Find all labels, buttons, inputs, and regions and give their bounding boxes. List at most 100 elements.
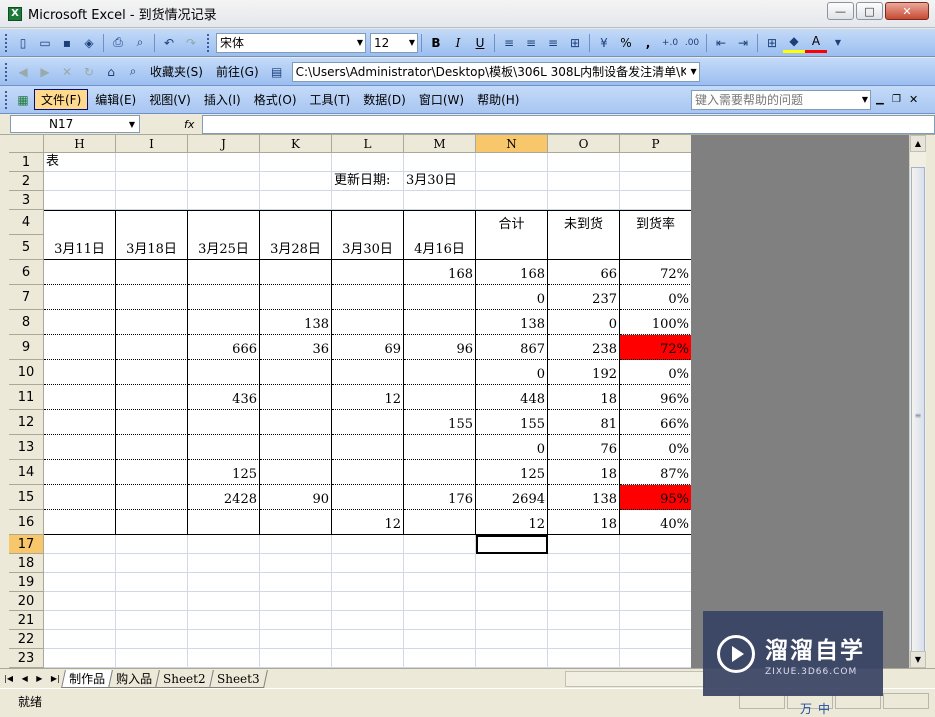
cell-M19[interactable] [404, 573, 476, 592]
cell-I15[interactable] [116, 485, 188, 510]
cell-J13[interactable] [188, 435, 260, 460]
cell-P14[interactable]: 87% [620, 460, 691, 485]
maximize-button[interactable]: □ [856, 2, 883, 20]
row-header-3[interactable]: 3 [9, 191, 44, 210]
cell-K14[interactable] [260, 460, 332, 485]
cell-M23[interactable] [404, 649, 476, 668]
cell-K9[interactable]: 36 [260, 335, 332, 360]
row-header-10[interactable]: 10 [9, 360, 44, 385]
help-search-input[interactable]: 键入需要帮助的问题 ▼ [691, 89, 871, 110]
cell-P2[interactable] [620, 172, 691, 191]
cell-L5[interactable]: 3月30日 [332, 235, 404, 260]
comma-button[interactable]: , [637, 33, 659, 53]
cell-K6[interactable] [260, 260, 332, 285]
cell-M13[interactable] [404, 435, 476, 460]
toolbar-grip[interactable] [5, 62, 9, 81]
cell-O9[interactable]: 238 [548, 335, 620, 360]
cell-M2[interactable]: 3月30日 [404, 172, 476, 191]
cell-O18[interactable] [548, 554, 620, 573]
sheet-tab-sheet3[interactable]: Sheet3 [208, 669, 268, 688]
cell-O13[interactable]: 76 [548, 435, 620, 460]
cell-I11[interactable] [116, 385, 188, 410]
merge-center-icon[interactable]: ⊞ [564, 33, 586, 53]
cell-L8[interactable] [332, 310, 404, 335]
font-size-combo[interactable]: 12 ▼ [370, 32, 418, 53]
scroll-down-arrow-icon[interactable]: ▼ [910, 651, 926, 668]
active-cell-N17[interactable] [476, 535, 548, 554]
permission-icon[interactable]: ◈ [78, 33, 100, 53]
cell-I6[interactable] [116, 260, 188, 285]
scroll-up-arrow-icon[interactable]: ▲ [910, 135, 926, 152]
cell-I2[interactable] [116, 172, 188, 191]
cell-L19[interactable] [332, 573, 404, 592]
cell-I9[interactable] [116, 335, 188, 360]
cell-M20[interactable] [404, 592, 476, 611]
row-header-13[interactable]: 13 [9, 435, 44, 460]
goto-menu[interactable]: 前往(G) [210, 62, 265, 81]
cell-J21[interactable] [188, 611, 260, 630]
print-icon[interactable]: ⎙ [107, 33, 129, 53]
row-header-19[interactable]: 19 [9, 573, 44, 592]
menu-file[interactable]: 文件(F) [34, 89, 89, 110]
cell-N12[interactable]: 155 [476, 410, 548, 435]
borders-icon[interactable]: ⊞ [761, 33, 783, 53]
cell-P10[interactable]: 0% [620, 360, 691, 385]
cell-J17[interactable] [188, 535, 260, 554]
cell-I7[interactable] [116, 285, 188, 310]
cell-J6[interactable] [188, 260, 260, 285]
cell-N16[interactable]: 12 [476, 510, 548, 535]
cell-M6[interactable]: 168 [404, 260, 476, 285]
cell-H6[interactable] [44, 260, 116, 285]
open-icon[interactable]: ▭ [34, 33, 56, 53]
cell-O10[interactable]: 192 [548, 360, 620, 385]
cell-L14[interactable] [332, 460, 404, 485]
cell-O20[interactable] [548, 592, 620, 611]
workbook-close-icon[interactable]: ✕ [909, 93, 918, 106]
font-color-icon[interactable]: A [805, 33, 827, 53]
next-sheet-icon[interactable]: ▶ [36, 674, 42, 683]
cell-H22[interactable] [44, 630, 116, 649]
cell-P3[interactable] [620, 191, 691, 210]
cell-M8[interactable] [404, 310, 476, 335]
menu-view[interactable]: 视图(V) [143, 90, 197, 109]
cell-I12[interactable] [116, 410, 188, 435]
cell-P9[interactable]: 72% [620, 335, 691, 360]
toolbar-grip[interactable] [5, 33, 9, 52]
cell-P6[interactable]: 72% [620, 260, 691, 285]
cell-P20[interactable] [620, 592, 691, 611]
save-icon[interactable]: ▪ [56, 33, 78, 53]
chevron-down-icon[interactable]: ▼ [357, 38, 363, 47]
cell-M11[interactable] [404, 385, 476, 410]
redo-icon[interactable]: ↷ [180, 33, 202, 53]
cell-L20[interactable] [332, 592, 404, 611]
decrease-indent-icon[interactable]: ⇤ [710, 33, 732, 53]
cell-M18[interactable] [404, 554, 476, 573]
cell-I8[interactable] [116, 310, 188, 335]
cell-K1[interactable] [260, 153, 332, 172]
cell-M9[interactable]: 96 [404, 335, 476, 360]
cell-L23[interactable] [332, 649, 404, 668]
cell-O11[interactable]: 18 [548, 385, 620, 410]
cell-O15[interactable]: 138 [548, 485, 620, 510]
cell-O3[interactable] [548, 191, 620, 210]
show-web-toolbar-icon[interactable]: ▤ [266, 62, 288, 82]
row-header-9[interactable]: 9 [9, 335, 44, 360]
cell-N1[interactable] [476, 153, 548, 172]
cell-K5[interactable]: 3月28日 [260, 235, 332, 260]
cell-P8[interactable]: 100% [620, 310, 691, 335]
cell-L10[interactable] [332, 360, 404, 385]
cell-P23[interactable] [620, 649, 691, 668]
cell-O4[interactable]: 未到货 [548, 210, 620, 235]
insert-function-icon[interactable]: fx [184, 118, 198, 131]
cell-K20[interactable] [260, 592, 332, 611]
toolbar-options-icon[interactable]: ▼ [827, 33, 849, 53]
undo-icon[interactable]: ↶ [158, 33, 180, 53]
vertical-scrollbar[interactable]: ▲ ≡ ▼ [909, 135, 926, 668]
cell-L22[interactable] [332, 630, 404, 649]
row-header-14[interactable]: 14 [9, 460, 44, 485]
cell-M10[interactable] [404, 360, 476, 385]
column-header-J[interactable]: J [188, 135, 260, 153]
cell-L9[interactable]: 69 [332, 335, 404, 360]
cell-J19[interactable] [188, 573, 260, 592]
cell-M7[interactable] [404, 285, 476, 310]
